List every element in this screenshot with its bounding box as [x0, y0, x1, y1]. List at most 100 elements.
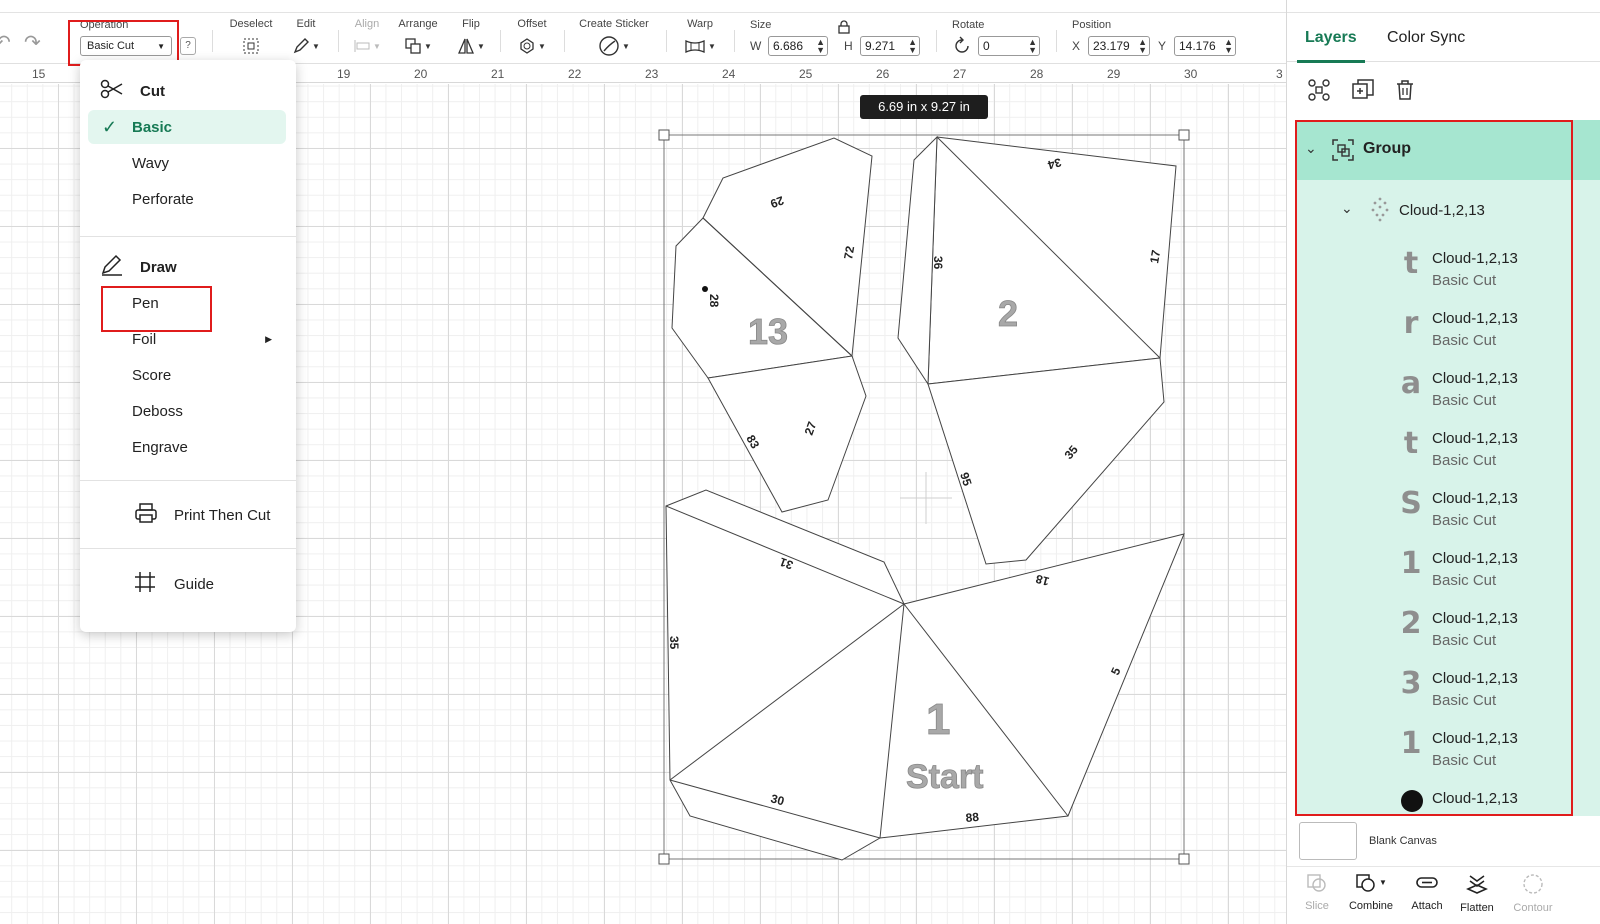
menu-item-perforate[interactable]: Perforate: [88, 182, 286, 216]
canvas-thumbnail: [1299, 822, 1357, 860]
active-tab-underline: [1297, 60, 1365, 63]
piece-number: 2: [998, 293, 1018, 334]
menu-item-label: Basic: [132, 118, 173, 136]
pencil-icon: ▼: [292, 36, 320, 56]
stepper-icon[interactable]: ▲ ▼: [816, 38, 825, 55]
edit-tool[interactable]: Edit ▼: [288, 18, 324, 60]
contour-button[interactable]: Contour: [1503, 873, 1563, 914]
arrange-tool[interactable]: Arrange ▼: [396, 18, 440, 60]
slice-button[interactable]: Slice: [1287, 873, 1347, 912]
flip-tool[interactable]: Flip ▼: [456, 18, 486, 60]
contour-label: Contour: [1513, 902, 1553, 914]
rotate-label: Rotate: [952, 19, 985, 31]
resize-handle[interactable]: [1178, 853, 1190, 865]
operation-menu: Cut ✓ Basic Wavy Perforate Draw Pen Foil…: [80, 60, 296, 632]
blank-canvas-row[interactable]: Blank Canvas: [1299, 822, 1599, 862]
flip-icon: ▼: [457, 36, 485, 56]
group-icon[interactable]: [1307, 78, 1331, 107]
slice-icon: [1306, 874, 1328, 897]
deselect-tool[interactable]: Deselect: [228, 18, 274, 61]
tab-layers[interactable]: Layers: [1305, 29, 1357, 47]
menu-item-label: Deboss: [132, 402, 183, 420]
divider: [936, 30, 937, 52]
toolbar-divider: [0, 12, 1286, 13]
piece-2[interactable]: [897, 135, 1177, 565]
menu-item-basic[interactable]: ✓ Basic: [88, 110, 286, 144]
contour-icon: [1522, 874, 1544, 899]
stepper-icon[interactable]: ▲ ▼: [1028, 38, 1037, 55]
stepper-icon[interactable]: ▲ ▼: [908, 38, 917, 55]
offset-icon: ▼: [518, 36, 546, 56]
printer-icon: [134, 502, 158, 528]
size-label: Size: [750, 19, 772, 31]
duplicate-icon[interactable]: [1351, 78, 1375, 107]
undo-icon[interactable]: ↶: [0, 30, 11, 55]
resize-handle[interactable]: [1178, 129, 1190, 141]
warp-icon: ▼: [684, 36, 716, 56]
align-icon: ▼: [353, 36, 381, 56]
trash-icon[interactable]: [1393, 78, 1417, 107]
size-badge: 6.69 in x 9.27 in: [860, 95, 988, 119]
menu-item-score[interactable]: Score: [88, 358, 286, 392]
paperclip-icon: [1415, 877, 1439, 897]
piece-number: 13: [748, 311, 788, 352]
edge-number: 28: [707, 294, 721, 308]
width-value: 6.686: [773, 39, 804, 53]
stepper-icon[interactable]: ▲ ▼: [1138, 38, 1147, 55]
align-tool: Align ▼: [350, 18, 384, 60]
flatten-label: Flatten: [1460, 902, 1494, 914]
center-crosshair: [900, 472, 952, 524]
create-sticker-tool[interactable]: Create Sticker ▼: [576, 18, 652, 62]
scissors-icon: [100, 79, 124, 103]
design-space-app: 15 19 20 21 22 23 24 25 26 27 28 29 30 3: [0, 0, 1600, 924]
menu-item-label: Perforate: [132, 190, 194, 208]
divider: [1056, 30, 1057, 52]
guide-icon: [134, 571, 156, 597]
combine-button[interactable]: ▼ Combine: [1341, 873, 1401, 912]
position-x-value: 23.179: [1093, 39, 1130, 53]
menu-item-wavy[interactable]: Wavy: [88, 146, 286, 180]
menu-item-engrave[interactable]: Engrave: [88, 430, 286, 464]
height-field[interactable]: 9.271 ▲ ▼: [860, 36, 920, 56]
edge-number: 35: [667, 636, 681, 650]
flatten-button[interactable]: Flatten: [1447, 873, 1507, 914]
offset-tool[interactable]: Offset ▼: [514, 18, 550, 60]
width-field[interactable]: 6.686 ▲ ▼: [768, 36, 828, 56]
draw-header-label: Draw: [140, 258, 177, 276]
flip-label: Flip: [462, 18, 480, 30]
stepper-icon[interactable]: ▲ ▼: [1224, 38, 1233, 55]
arrange-label: Arrange: [398, 18, 438, 30]
menu-item-guide[interactable]: Guide: [88, 567, 286, 601]
highlight-box: [101, 286, 212, 332]
position-y-field[interactable]: 14.176 ▲ ▼: [1174, 36, 1236, 56]
edit-label: Edit: [296, 18, 316, 30]
highlight-box: [1295, 120, 1573, 816]
tab-color-sync[interactable]: Color Sync: [1387, 29, 1465, 47]
menu-item-label: Engrave: [132, 438, 188, 456]
help-button[interactable]: ?: [180, 37, 196, 55]
combine-icon: ▼: [1355, 874, 1387, 897]
lock-icon[interactable]: [838, 20, 850, 39]
warp-tool[interactable]: Warp ▼: [682, 18, 718, 59]
position-label: Position: [1072, 19, 1112, 31]
piece-1[interactable]: [665, 489, 1185, 861]
divider: [734, 30, 735, 52]
redo-icon[interactable]: ↷: [24, 30, 41, 55]
divider: [338, 30, 339, 52]
layer-tools: [1287, 70, 1600, 116]
cut-header: Cut: [88, 74, 286, 108]
x-prefix: X: [1072, 39, 1081, 53]
rotate-field[interactable]: 0 ▲ ▼: [978, 36, 1040, 56]
draw-header: Draw: [88, 250, 286, 284]
piece-number: 1: [926, 695, 950, 744]
position-x-field[interactable]: 23.179 ▲ ▼: [1088, 36, 1150, 56]
resize-handle[interactable]: [658, 129, 670, 141]
rotate-value: 0: [983, 39, 990, 53]
y-prefix: Y: [1158, 39, 1167, 53]
divider: [666, 30, 667, 52]
menu-item-deboss[interactable]: Deboss: [88, 394, 286, 428]
resize-handle[interactable]: [658, 853, 670, 865]
edge-number: 36: [931, 256, 945, 270]
menu-item-print-then-cut[interactable]: Print Then Cut: [88, 498, 286, 532]
menu-item-label: Print Then Cut: [174, 506, 271, 524]
